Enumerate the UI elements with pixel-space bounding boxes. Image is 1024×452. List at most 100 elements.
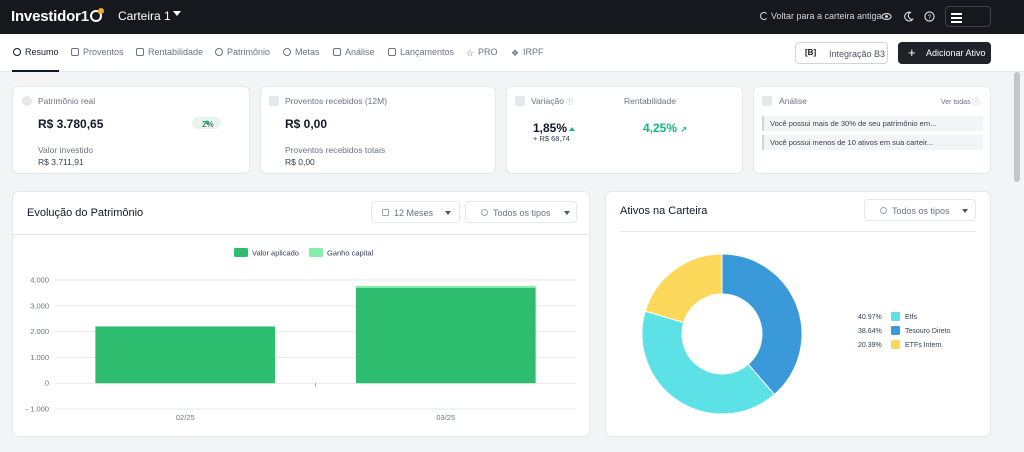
type-select-label: Todos os tipos xyxy=(493,208,551,218)
star-icon: ☆ xyxy=(466,48,475,58)
see-all-label: Ver todas xyxy=(941,99,971,106)
patrimonio-title: Patrimônio real xyxy=(38,96,96,106)
proventos-totais-value: R$ 0,00 xyxy=(285,157,315,167)
hamburger-menu-button[interactable] xyxy=(945,6,991,27)
ativos-donut-chart: 40.97% Etfs 38.64% Tesouro Direto 20.39% ETFs… xyxy=(641,253,951,415)
svg-text:?: ? xyxy=(928,14,932,21)
x-tick-label: 02/25 xyxy=(176,413,195,422)
b3-integration-button[interactable]: [B] Integração B3 xyxy=(795,42,888,64)
analysis-alert[interactable]: Você possui menos de 10 ativos em sua ca… xyxy=(762,135,983,150)
tab-label: IRPF xyxy=(523,47,544,57)
tab-irpf[interactable]: ❖ IRPF xyxy=(511,47,544,58)
ativos-title: Ativos na Carteira xyxy=(620,205,708,217)
valor-investido-value: R$ 3.711,91 xyxy=(38,157,84,167)
chevron-down-icon xyxy=(564,211,570,215)
evolucao-type-select[interactable]: Todos os tipos xyxy=(465,201,577,223)
tab-rentabilidade[interactable]: Rentabilidade xyxy=(136,47,203,57)
patrimonio-value: R$ 3.780,65 xyxy=(38,117,104,131)
leaf-icon: ❖ xyxy=(511,48,520,58)
variacao-amount: + R$ 68,74 xyxy=(533,134,570,143)
donut-slice xyxy=(644,253,723,324)
tab-resumo[interactable]: Resumo xyxy=(13,47,59,57)
see-all-link[interactable]: Ver todas ⓘ xyxy=(941,97,980,107)
variacao-title-text: Variação xyxy=(531,96,564,106)
help-icon[interactable]: ? xyxy=(924,11,935,22)
target-icon xyxy=(283,48,291,56)
y-tick-label: 1.000 xyxy=(30,353,49,362)
y-tick-label: 2.000 xyxy=(30,327,49,336)
tab-label: Rentabilidade xyxy=(148,47,204,57)
app-logo[interactable]: Investidor1 xyxy=(11,8,104,25)
refresh-icon xyxy=(760,12,768,20)
card-divider xyxy=(620,231,976,232)
arrow-up-icon xyxy=(204,120,210,124)
add-asset-label: Adicionar Ativo xyxy=(926,48,986,58)
receipt-icon xyxy=(71,48,79,56)
back-to-old-wallet-link[interactable]: Voltar para a carteira antiga xyxy=(760,11,882,21)
legend-percent: 38.64% xyxy=(858,328,882,335)
tab-label: Análise xyxy=(345,47,375,57)
y-tick-label: 0 xyxy=(45,379,49,388)
valor-investido-label: Valor investido xyxy=(38,145,94,155)
legend-swatch xyxy=(891,312,900,321)
chart-icon xyxy=(515,96,525,106)
chevron-down-icon xyxy=(962,209,968,213)
coin-icon xyxy=(880,207,887,214)
legend-label: Ganho capital xyxy=(327,249,374,258)
tab-analise[interactable]: Análise xyxy=(333,47,375,57)
patrimonio-change-badge: 2% xyxy=(192,117,221,129)
analysis-icon xyxy=(333,48,341,56)
trend-up-icon: ↗ xyxy=(680,125,688,134)
scrollbar[interactable] xyxy=(1014,72,1020,182)
logo-mark-icon xyxy=(89,8,104,22)
legend-swatch xyxy=(308,248,323,257)
ativos-type-select[interactable]: Todos os tipos xyxy=(864,199,976,221)
tab-metas[interactable]: Metas xyxy=(283,47,320,57)
eye-icon[interactable] xyxy=(881,11,892,22)
analysis-icon xyxy=(762,96,772,106)
rentabilidade-title: Rentabilidade xyxy=(624,96,676,106)
evolucao-title: Evolução do Patrimônio xyxy=(27,207,144,219)
legend-label: Etfs xyxy=(905,314,918,321)
wallet-selector[interactable]: Carteira 1 xyxy=(118,9,171,23)
bar xyxy=(355,287,536,384)
legend-swatch xyxy=(234,248,248,257)
info-icon[interactable]: ⓘ xyxy=(566,99,573,106)
card-divider xyxy=(12,234,590,235)
tab-proventos[interactable]: Proventos xyxy=(71,47,124,57)
y-tick-label: - 1.000 xyxy=(26,405,49,414)
tab-pro[interactable]: ☆ PRO xyxy=(466,47,498,58)
y-tick-label: 4.000 xyxy=(30,276,49,285)
legend-label: Valor aplicado xyxy=(252,249,299,258)
info-icon: ⓘ xyxy=(972,99,980,106)
dashboard-icon xyxy=(13,48,21,56)
variacao-title: Variação ⓘ xyxy=(531,96,573,107)
tab-label: Proventos xyxy=(83,47,124,57)
period-select[interactable]: 12 Meses xyxy=(371,201,460,223)
bar xyxy=(355,285,536,288)
evolucao-bar-chart: Valor aplicado Ganho capital 4.000 3.000 2.0… xyxy=(26,248,576,422)
legend-percent: 20.39% xyxy=(858,342,882,349)
tab-label: Resumo xyxy=(25,47,59,57)
legend-label: Tesouro Direto xyxy=(905,328,951,335)
proventos-title: Proventos recebidos (12M) xyxy=(285,96,388,106)
period-select-label: 12 Meses xyxy=(394,208,434,218)
top-bar: Investidor1 Carteira 1 Voltar para a car… xyxy=(0,0,1024,34)
moon-icon[interactable] xyxy=(903,11,914,22)
add-asset-button[interactable]: + Adicionar Ativo xyxy=(898,42,991,64)
tab-lancamentos[interactable]: Lançamentos xyxy=(388,47,454,57)
tab-patrimonio[interactable]: Patrimônio xyxy=(215,47,270,57)
analysis-alert[interactable]: Você possui mais de 30% de seu patrimôni… xyxy=(762,116,983,131)
legend-label: ETFs Intern. xyxy=(905,342,944,349)
b3-logo-icon: [B] xyxy=(805,48,817,57)
chevron-down-icon[interactable] xyxy=(173,11,181,16)
arrow-up-icon xyxy=(569,127,576,131)
pie-chart-icon xyxy=(215,48,223,56)
receipt-icon xyxy=(269,96,279,106)
chevron-down-icon xyxy=(445,211,451,215)
tab-label: PRO xyxy=(478,47,498,57)
ativos-type-label: Todos os tipos xyxy=(892,206,950,216)
calendar-icon xyxy=(382,209,389,216)
proventos-totais-label: Proventos recebidos totais xyxy=(285,145,386,155)
proventos-value: R$ 0,00 xyxy=(285,117,328,131)
